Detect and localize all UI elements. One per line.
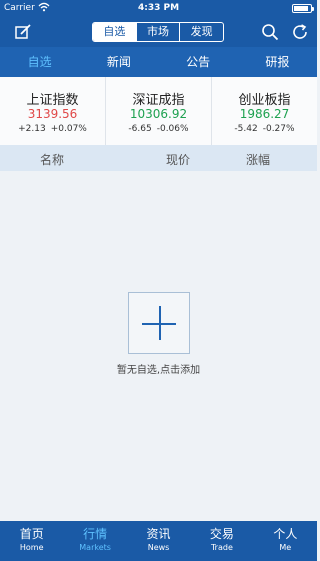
segment-control: 自选 市场 发现 [92,22,224,42]
tab-watchlist[interactable]: 自选 [0,47,79,77]
empty-message: 暂无自选,点击添加 [116,365,201,376]
tab-markets[interactable]: 行情 Markets [63,521,126,561]
index-change: -5.42 -0.27% [234,124,295,134]
index-value: 10306.92 [129,107,188,121]
tab-news[interactable]: 新闻 [79,47,158,77]
index-name: 上证指数 [26,93,79,108]
index-card-shenzhen[interactable]: 深证成指 10306.92 -6.65 -0.06% [106,77,212,145]
index-value: 1986.27 [239,107,290,121]
tab-me[interactable]: 个人 Me [254,521,317,561]
tab-research[interactable]: 研报 [238,47,317,77]
segment-watchlist[interactable]: 自选 [93,23,137,41]
column-change[interactable]: 涨幅 [246,151,270,168]
index-change: +2.13 +0.07% [18,124,87,134]
top-bar: 自选 市场 发现 [0,17,317,47]
sub-tabs: 自选 新闻 公告 研报 [0,47,317,77]
tab-trade[interactable]: 交易 Trade [190,521,253,561]
column-price[interactable]: 现价 [166,151,190,168]
bottom-tab-bar: 首页 Home 行情 Markets 资讯 News 交易 Trade 个人 Me [0,521,317,561]
index-change: -6.65 -0.06% [128,124,189,134]
index-card-chinext[interactable]: 创业板指 1986.27 -5.42 -0.27% [212,77,317,145]
tab-announcements[interactable]: 公告 [159,47,238,77]
index-name: 深证成指 [132,93,185,108]
status-time: 4:33 PM [137,3,180,13]
tab-news-feed[interactable]: 资讯 News [127,521,190,561]
index-summary: 上证指数 3139.56 +2.13 +0.07% 深证成指 10306.92 -… [0,77,317,145]
search-icon[interactable] [261,23,279,41]
index-name: 创业板指 [238,93,291,108]
index-card-shanghai[interactable]: 上证指数 3139.56 +2.13 +0.07% [0,77,106,145]
tab-home[interactable]: 首页 Home [0,521,63,561]
column-name[interactable]: 名称 [40,151,64,168]
refresh-icon[interactable] [291,23,309,41]
segment-discover[interactable]: 发现 [180,23,223,41]
segment-market[interactable]: 市场 [137,23,181,41]
index-value: 3139.56 [27,107,78,121]
status-bar: Carrier 4:33 PM [0,0,317,17]
add-watchlist-button[interactable] [128,292,190,354]
edit-icon[interactable] [14,23,32,41]
battery-icon [292,4,314,13]
list-header: 名称 现价 涨幅 [0,145,317,171]
